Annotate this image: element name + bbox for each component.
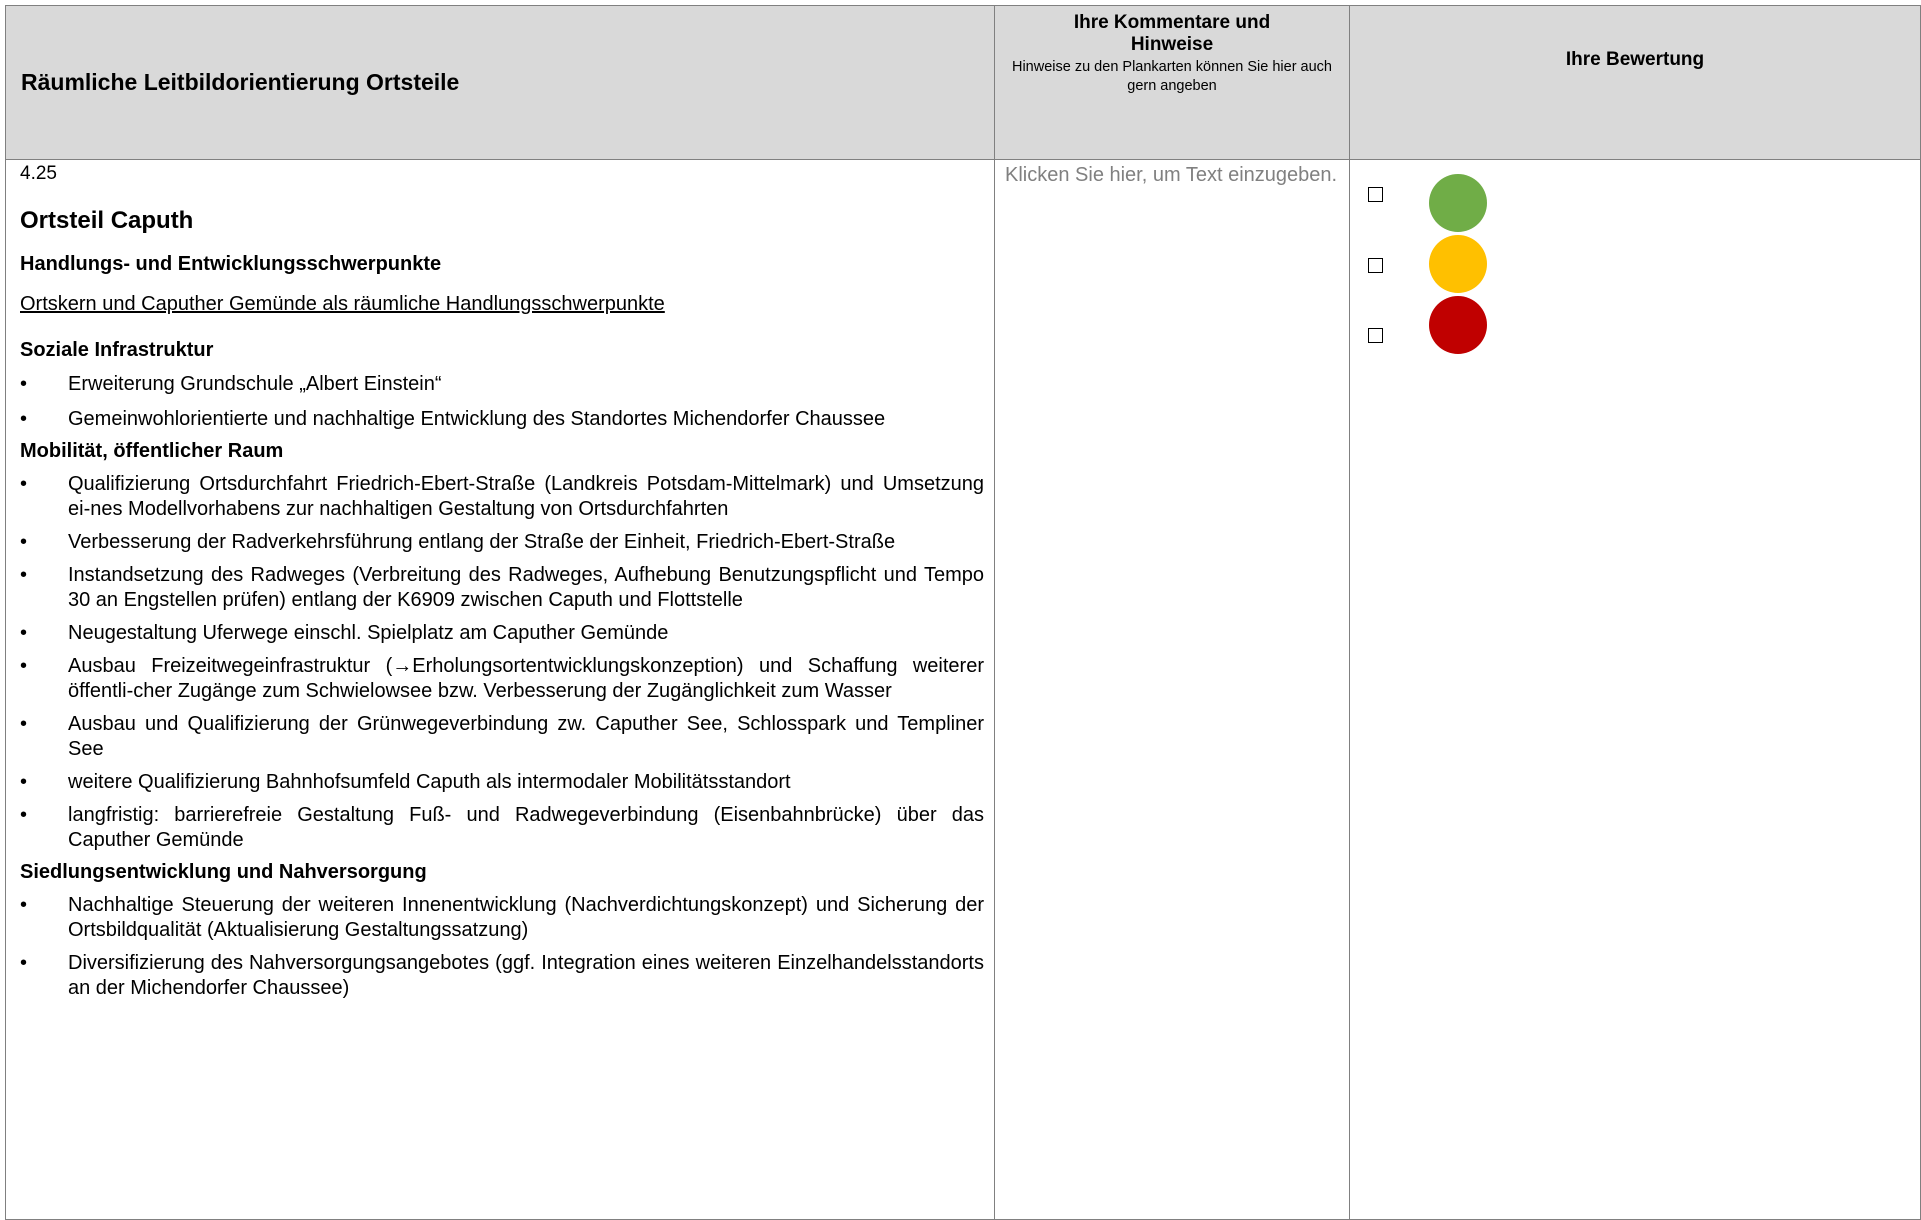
list-item: • Verbesserung der Radverkehrsführung ent… bbox=[20, 531, 896, 553]
list-item: • Ausbau und Qualifizierung der Grünwegev… bbox=[20, 713, 984, 760]
focus-underlined-text: Ortskern und Caputher Gemünde als räumli… bbox=[20, 293, 665, 315]
bullet-icon: • bbox=[20, 771, 28, 793]
list-item: • Ausbau Freizeitwegeinfrastruktur (→Erho… bbox=[20, 655, 984, 702]
list-item: • Qualifizierung Ortsdurchfahrt Friedrich… bbox=[20, 473, 984, 520]
bullet-icon: • bbox=[20, 473, 28, 495]
rating-checkbox-yellow[interactable] bbox=[1368, 258, 1383, 273]
table-header-comments: Ihre Kommentare und Hinweise Hinweise zu… bbox=[994, 5, 1350, 160]
yellow-light-icon bbox=[1429, 235, 1487, 293]
section-heading-social: Soziale Infrastruktur bbox=[20, 339, 214, 361]
bullet-icon: • bbox=[20, 894, 28, 916]
focus-heading: Handlungs- und Entwicklungsschwerpunkte bbox=[20, 253, 442, 275]
bullet-icon: • bbox=[20, 564, 28, 586]
list-item: • Erweiterung Grundschule „Albert Einstei… bbox=[20, 373, 442, 395]
content-cell: 4.25 Ortsteil Caputh Handlungs- und Entw… bbox=[5, 159, 995, 1220]
section-heading-mobility: Mobilität, öffentlicher Raum bbox=[20, 440, 284, 462]
rating-checkbox-red[interactable] bbox=[1368, 328, 1383, 343]
comment-text-field[interactable]: Klicken Sie hier, um Text einzugeben. bbox=[1005, 163, 1341, 187]
section-number: 4.25 bbox=[20, 163, 57, 184]
comments-subheading-line1: Hinweise zu den Plankarten können Sie hi… bbox=[1011, 59, 1332, 75]
list-item: • Nachhaltige Steuerung der weiteren Inne… bbox=[20, 894, 984, 941]
table-header-title: Räumliche Leitbildorientierung Ortsteile bbox=[5, 5, 995, 160]
comments-heading-line2: Hinweise bbox=[1130, 34, 1214, 55]
green-light-icon bbox=[1429, 174, 1487, 232]
page-title: Räumliche Leitbildorientierung Ortsteile bbox=[21, 69, 460, 95]
list-item: • Instandsetzung des Radweges (Verbreitun… bbox=[20, 564, 984, 611]
ortsteil-heading: Ortsteil Caputh bbox=[20, 207, 194, 234]
table-header-rating: Ihre Bewertung bbox=[1349, 5, 1921, 160]
rating-checkbox-green[interactable] bbox=[1368, 187, 1383, 202]
bullet-icon: • bbox=[20, 531, 28, 553]
comments-heading-line1: Ihre Kommentare und bbox=[1073, 12, 1271, 33]
bullet-icon: • bbox=[20, 804, 28, 826]
comments-cell[interactable]: Klicken Sie hier, um Text einzugeben. bbox=[994, 159, 1350, 1220]
rating-heading: Ihre Bewertung bbox=[1565, 49, 1705, 70]
assessment-table: Räumliche Leitbildorientierung Ortsteile… bbox=[5, 5, 1921, 1220]
bullet-icon: • bbox=[20, 655, 28, 677]
bullet-icon: • bbox=[20, 373, 28, 395]
list-item: • weitere Qualifizierung Bahnhofsumfeld C… bbox=[20, 771, 791, 793]
rating-cell bbox=[1349, 159, 1921, 1220]
bullet-icon: • bbox=[20, 408, 28, 430]
list-item: • Diversifizierung des Nahversorgungsange… bbox=[20, 952, 984, 999]
comments-subheading-line2: gern angeben bbox=[1127, 78, 1217, 94]
bullet-icon: • bbox=[20, 952, 28, 974]
list-item: • Gemeinwohlorientierte und nachhaltige E… bbox=[20, 408, 886, 430]
section-heading-settlement: Siedlungsentwicklung und Nahversorgung bbox=[20, 861, 427, 883]
bullet-icon: • bbox=[20, 622, 28, 644]
bullet-icon: • bbox=[20, 713, 28, 735]
red-light-icon bbox=[1429, 296, 1487, 354]
list-item: • Neugestaltung Uferwege einschl. Spielpl… bbox=[20, 622, 669, 644]
list-item: • langfristig: barrierefreie Gestaltung F… bbox=[20, 804, 984, 851]
